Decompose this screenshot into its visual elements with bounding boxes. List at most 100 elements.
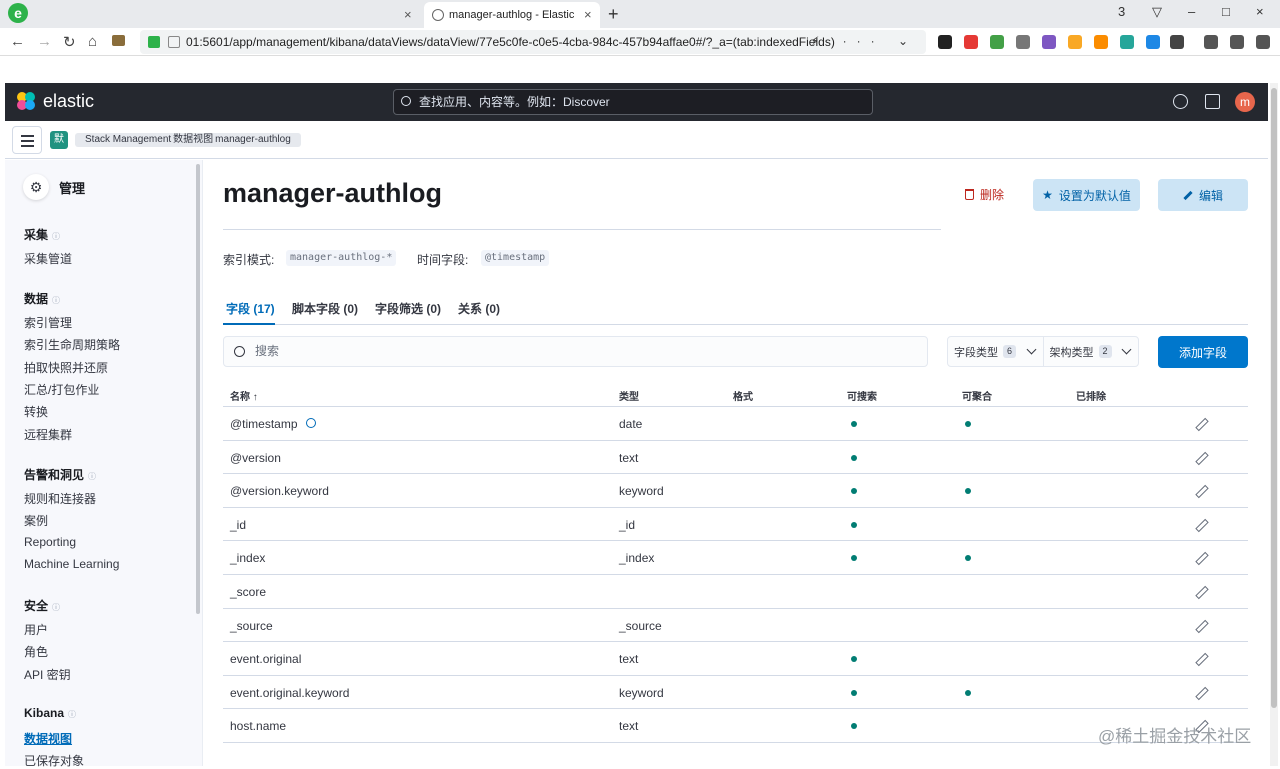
aggregatable-indicator bbox=[965, 689, 971, 696]
extension-icon[interactable] bbox=[1094, 35, 1108, 49]
sidebar-item[interactable]: API 密钥 bbox=[24, 666, 71, 683]
set-default-button[interactable]: ★ 设置为默认值 bbox=[1033, 179, 1140, 211]
edit-field-pencil-icon[interactable] bbox=[1195, 519, 1206, 530]
column-header-name[interactable]: 名称 ↑ bbox=[230, 388, 258, 403]
gear-icon: ⚙ bbox=[23, 174, 49, 200]
time-field-label: 时间字段: bbox=[417, 253, 469, 267]
field-type: text bbox=[619, 719, 639, 734]
extension-icon[interactable] bbox=[1170, 35, 1184, 49]
edit-field-pencil-icon[interactable] bbox=[1195, 687, 1206, 698]
schema-type-filter[interactable]: 架构类型 2 bbox=[1042, 337, 1139, 366]
sidebar-item[interactable]: 转换 bbox=[24, 403, 48, 420]
extension-icon[interactable] bbox=[1068, 35, 1082, 49]
close-window-button[interactable]: × bbox=[1256, 4, 1264, 19]
divider bbox=[223, 229, 941, 230]
space-avatar[interactable]: 默 bbox=[50, 131, 68, 149]
extension-icon[interactable] bbox=[938, 35, 952, 49]
sidebar-item[interactable]: 采集管道 bbox=[24, 250, 72, 267]
search-placeholder: 查找应用、内容等。例如：Discover bbox=[419, 95, 610, 109]
search-icon bbox=[234, 346, 245, 357]
field-name: _id bbox=[230, 517, 247, 532]
tab-scripted-fields[interactable]: 脚本字段 (0) bbox=[292, 300, 358, 317]
field-type-filter[interactable]: 字段类型 6 bbox=[948, 337, 1043, 366]
sidebar-item[interactable]: 用户 bbox=[24, 621, 48, 638]
help-icon[interactable] bbox=[1173, 94, 1188, 109]
sidebar-item[interactable]: Machine Learning bbox=[24, 557, 119, 571]
tab-count-icon[interactable]: 3 bbox=[1118, 4, 1125, 19]
sidebar-scrollbar[interactable] bbox=[196, 164, 200, 614]
sidebar-item[interactable]: 远程集群 bbox=[24, 426, 72, 443]
url-actions[interactable]: ⚡ ··· ⌄ bbox=[811, 34, 918, 48]
back-icon[interactable]: ← bbox=[10, 33, 25, 50]
sidebar-item[interactable]: 拍取快照并还原 bbox=[24, 359, 108, 376]
browser-tab-inactive[interactable]: × bbox=[30, 2, 420, 28]
breadcrumb-item[interactable]: Stack Management bbox=[85, 133, 171, 147]
edit-field-pencil-icon[interactable] bbox=[1195, 552, 1206, 563]
sidebar-section-alerts: 告警和洞见 ⓘ bbox=[24, 468, 97, 482]
sidebar-item[interactable]: 规则和连接器 bbox=[24, 490, 96, 507]
close-icon[interactable]: × bbox=[404, 7, 412, 22]
minimize-button[interactable]: – bbox=[1188, 4, 1195, 19]
main-content: manager-authlog 删除 ★ 设置为默认值 编辑 索引模式: man… bbox=[204, 160, 1268, 766]
maximize-button[interactable]: □ bbox=[1222, 4, 1230, 19]
sidebar-item-data-views[interactable]: 数据视图 bbox=[24, 730, 72, 747]
page-scrollbar[interactable] bbox=[1270, 83, 1278, 766]
avatar[interactable]: m bbox=[1235, 92, 1255, 112]
edit-field-pencil-icon[interactable] bbox=[1195, 452, 1206, 463]
edit-field-pencil-icon[interactable] bbox=[1195, 620, 1206, 631]
forward-icon[interactable]: → bbox=[37, 33, 52, 50]
edit-field-pencil-icon[interactable] bbox=[1195, 653, 1206, 664]
tab-fields[interactable]: 字段 (17) bbox=[226, 300, 275, 317]
tab-field-filters[interactable]: 字段筛选 (0) bbox=[375, 300, 441, 317]
sidebar-item[interactable]: 索引生命周期策略 bbox=[24, 336, 120, 353]
scrollbar-thumb[interactable] bbox=[1271, 88, 1277, 708]
edit-button[interactable]: 编辑 bbox=[1158, 179, 1248, 211]
wallet-icon[interactable] bbox=[112, 35, 125, 46]
table-row: @timestamp date bbox=[223, 407, 1248, 441]
filter-label: 架构类型 bbox=[1049, 346, 1094, 359]
reload-icon[interactable]: ↻ bbox=[63, 33, 76, 51]
download-icon[interactable] bbox=[1204, 35, 1218, 49]
breadcrumb-item[interactable]: 数据视图 bbox=[173, 133, 213, 147]
undo-icon[interactable] bbox=[1230, 35, 1244, 49]
trash-icon bbox=[965, 189, 974, 200]
menu-icon[interactable] bbox=[1256, 35, 1270, 49]
add-field-button[interactable]: 添加字段 bbox=[1158, 336, 1248, 368]
sidebar-item[interactable]: 汇总/打包作业 bbox=[24, 381, 99, 398]
elastic-brand[interactable]: elastic bbox=[43, 91, 94, 112]
newsfeed-icon[interactable] bbox=[1205, 94, 1220, 109]
shirt-icon[interactable]: ▽ bbox=[1152, 4, 1162, 20]
sidebar-section-kibana: Kibana ⓘ bbox=[24, 706, 77, 720]
info-icon: ⓘ bbox=[52, 232, 61, 241]
extension-icon[interactable] bbox=[990, 35, 1004, 49]
browser-tab-active[interactable]: manager-authlog - Elastic × bbox=[424, 2, 600, 28]
edit-field-pencil-icon[interactable] bbox=[1195, 485, 1206, 496]
field-name: _score bbox=[230, 584, 267, 599]
extension-icon[interactable] bbox=[1042, 35, 1056, 49]
extension-icon[interactable] bbox=[964, 35, 978, 49]
aggregatable-indicator bbox=[965, 488, 971, 495]
sidebar-item[interactable]: Reporting bbox=[24, 535, 76, 549]
delete-button[interactable]: 删除 bbox=[965, 186, 1004, 203]
menu-button[interactable] bbox=[12, 126, 42, 154]
new-tab-button[interactable]: + bbox=[608, 4, 619, 25]
extension-icon[interactable] bbox=[1120, 35, 1134, 49]
sidebar-item[interactable]: 已保存对象 bbox=[24, 752, 84, 769]
delete-label: 删除 bbox=[980, 188, 1005, 202]
extension-icon[interactable] bbox=[1016, 35, 1030, 49]
edit-field-pencil-icon[interactable] bbox=[1195, 586, 1206, 597]
close-icon[interactable]: × bbox=[584, 7, 592, 22]
sidebar-item[interactable]: 角色 bbox=[24, 643, 48, 660]
field-search-input[interactable]: 搜索 bbox=[223, 336, 928, 367]
home-icon[interactable]: ⌂ bbox=[88, 33, 97, 50]
insecure-icon[interactable] bbox=[168, 36, 180, 48]
extension-icon[interactable] bbox=[1146, 35, 1160, 49]
edit-field-pencil-icon[interactable] bbox=[1195, 418, 1206, 429]
field-name: event.original bbox=[230, 652, 302, 667]
elastic-logo-icon[interactable] bbox=[17, 92, 37, 112]
sidebar-item[interactable]: 案例 bbox=[24, 512, 48, 529]
global-search-input[interactable]: 查找应用、内容等。例如：Discover bbox=[393, 89, 873, 115]
url-field[interactable]: 01:5601/app/management/kibana/dataViews/… bbox=[140, 30, 926, 54]
tab-relationships[interactable]: 关系 (0) bbox=[458, 300, 500, 317]
sidebar-item[interactable]: 索引管理 bbox=[24, 314, 72, 331]
